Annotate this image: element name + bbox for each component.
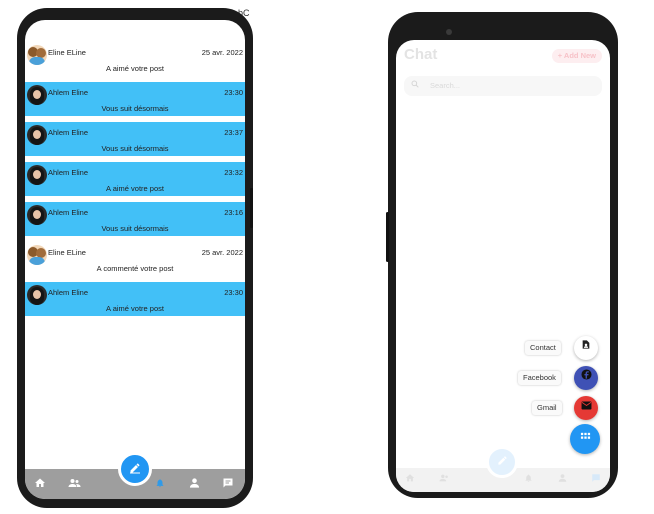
notification-time: 25 avr. 2022: [201, 48, 243, 57]
home-icon[interactable]: [404, 473, 416, 485]
notification-sender: Ahlem Eline: [48, 168, 89, 177]
edit-fab-button[interactable]: [486, 446, 518, 478]
gmail-button[interactable]: [574, 396, 598, 420]
notification-row[interactable]: Eline ELine 25 avr. 2022 A commenté votre …: [25, 242, 245, 276]
mail-icon: [581, 401, 591, 410]
notification-row[interactable]: Ahlem Eline 23:32 A aimé votre post: [25, 162, 245, 196]
notification-message: A commenté votre post: [96, 264, 174, 273]
person-icon[interactable]: [187, 477, 201, 491]
side-button: [250, 188, 253, 228]
notification-sender: Ahlem Eline: [48, 128, 89, 137]
chat-icon[interactable]: [590, 473, 602, 485]
share-menu-fab-button[interactable]: [570, 424, 600, 454]
add-new-label: Add New: [563, 51, 596, 60]
contact-icon: [582, 340, 590, 349]
side-button: [386, 212, 389, 262]
notification-message: Vous suit désormais: [101, 144, 169, 153]
people-icon[interactable]: [438, 473, 450, 485]
notification-message: A aimé votre post: [106, 64, 164, 73]
notification-sender: Ahlem Eline: [48, 288, 89, 297]
woman-avatar-icon: [27, 85, 47, 105]
notification-time: 23:16: [224, 208, 243, 217]
notification-sender: Eline ELine: [48, 48, 86, 57]
edit-fab-button[interactable]: [118, 452, 152, 486]
stage: bC Eline ELine 25 avr. 2022 A aimé votre p…: [0, 0, 654, 514]
grid-icon: [580, 432, 590, 439]
woman-avatar-icon: [27, 125, 47, 145]
notification-row[interactable]: Ahlem Eline 23:16 Vous suit désormais: [25, 202, 245, 236]
bell-icon[interactable]: [153, 477, 167, 491]
contact-button[interactable]: [574, 336, 598, 360]
notification-row[interactable]: Ahlem Eline 23:30 A aimé votre post: [25, 282, 245, 316]
search-placeholder: Search...: [430, 81, 461, 90]
gmail-label[interactable]: Gmail: [532, 401, 562, 415]
home-icon[interactable]: [33, 477, 47, 491]
notification-list: Eline ELine 25 avr. 2022 A aimé votre post…: [25, 42, 245, 322]
notification-time: 23:32: [224, 168, 243, 177]
notification-time: 23:30: [224, 88, 243, 97]
add-new-button[interactable]: + Add New: [551, 49, 602, 63]
camera-icon: [446, 29, 452, 35]
notification-time: 23:30: [224, 288, 243, 297]
notification-row[interactable]: Ahlem Eline 23:37 Vous suit désormais: [25, 122, 245, 156]
notification-row[interactable]: Ahlem Eline 23:30 Vous suit désormais: [25, 82, 245, 116]
edit-icon: [130, 463, 140, 474]
person-icon[interactable]: [556, 473, 568, 485]
woman-avatar-icon: [27, 285, 47, 305]
woman-avatar-icon: [27, 205, 47, 225]
notification-message: A aimé votre post: [106, 304, 164, 313]
edit-icon: [497, 456, 507, 465]
facebook-icon: [580, 369, 592, 380]
notifications-screen: Eline ELine 25 avr. 2022 A aimé votre post…: [25, 20, 245, 499]
contact-label[interactable]: Contact: [525, 341, 561, 355]
group-avatar-icon: [27, 245, 47, 265]
page-title: Chat: [404, 46, 438, 63]
chat-screen: Chat + Add New Search...: [396, 40, 610, 492]
chat-icon[interactable]: [221, 477, 235, 491]
notification-row[interactable]: Eline ELine 25 avr. 2022 A aimé votre post: [25, 42, 245, 76]
bell-icon[interactable]: [522, 473, 534, 485]
notification-message: Vous suit désormais: [101, 104, 169, 113]
search-input[interactable]: Search...: [404, 76, 602, 96]
notification-message: Vous suit désormais: [101, 224, 169, 233]
facebook-button[interactable]: [574, 366, 598, 390]
notification-sender: Eline ELine: [48, 248, 86, 257]
phone-notifications: Eline ELine 25 avr. 2022 A aimé votre post…: [17, 8, 253, 508]
search-icon: [411, 80, 419, 90]
notification-sender: Ahlem Eline: [48, 88, 89, 97]
woman-avatar-icon: [27, 165, 47, 185]
notification-time: 25 avr. 2022: [201, 248, 243, 257]
notification-time: 23:37: [224, 128, 243, 137]
group-avatar-icon: [27, 45, 47, 65]
facebook-label[interactable]: Facebook: [518, 371, 561, 385]
people-icon[interactable]: [67, 477, 81, 491]
notification-message: A aimé votre post: [106, 184, 164, 193]
notification-sender: Ahlem Eline: [48, 208, 89, 217]
